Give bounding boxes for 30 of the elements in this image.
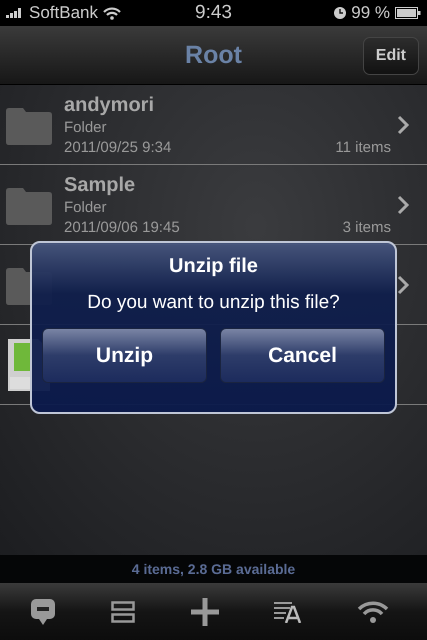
add-icon[interactable] (190, 598, 218, 626)
item-count: 3 items (342, 218, 391, 236)
chevron-icon[interactable] (397, 274, 409, 294)
wifi-icon[interactable] (357, 600, 389, 624)
wifi-icon (103, 6, 121, 20)
storage-info: 4 items, 2.8 GB available (132, 561, 296, 577)
clock-icon (334, 7, 346, 19)
item-type: Folder (64, 118, 108, 136)
text-size-icon[interactable] (274, 600, 302, 622)
list-icon[interactable] (111, 600, 136, 622)
speech-bubble-icon[interactable] (30, 598, 56, 626)
dialog-button[interactable]: Unzip (42, 328, 207, 383)
item-count: 11 items (335, 138, 391, 156)
battery-percent: 99 % (351, 3, 390, 23)
battery-icon (395, 7, 421, 19)
status-time: 9:43 (195, 2, 232, 24)
item-date: 2011/09/25 9:34 (64, 138, 172, 156)
item-type: Folder (64, 198, 108, 216)
chevron-icon[interactable] (397, 194, 409, 214)
item-name: Sample (64, 174, 136, 196)
nav-title: Root (185, 40, 242, 70)
signal-icon (6, 8, 24, 18)
item-name: andymori (64, 94, 156, 116)
item-date: 2011/09/06 19:45 (64, 218, 180, 236)
dialog-button[interactable]: Cancel (220, 328, 385, 383)
dialog-message: Do you want to unzip this file? (87, 292, 340, 314)
dialog-title: Unzip file (169, 255, 258, 278)
chevron-icon[interactable] (397, 114, 409, 134)
edit-button[interactable]: Edit (362, 37, 419, 75)
carrier-name: SoftBank (29, 3, 98, 23)
